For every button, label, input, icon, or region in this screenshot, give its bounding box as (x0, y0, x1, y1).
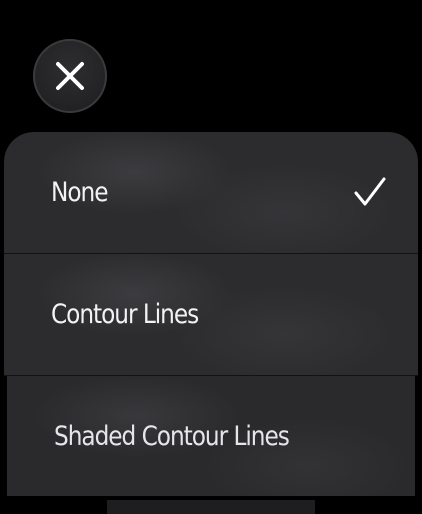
option-label: Shaded Contour Lines (54, 420, 290, 452)
close-button[interactable] (33, 39, 107, 113)
option-contour-lines[interactable]: Contour Lines (4, 254, 418, 376)
option-shaded-contour-lines[interactable]: Shaded Contour Lines (7, 376, 415, 496)
option-label: None (51, 177, 108, 208)
close-icon (55, 61, 85, 91)
option-label: Contour Lines (51, 299, 199, 330)
checkmark-icon (354, 177, 386, 211)
next-item-peek (107, 500, 315, 514)
watch-screen: None Contour Lines Shaded Contour Lines (0, 0, 422, 514)
contour-options-list: None Contour Lines Shaded Contour Lines (4, 132, 418, 496)
option-none[interactable]: None (4, 132, 418, 254)
